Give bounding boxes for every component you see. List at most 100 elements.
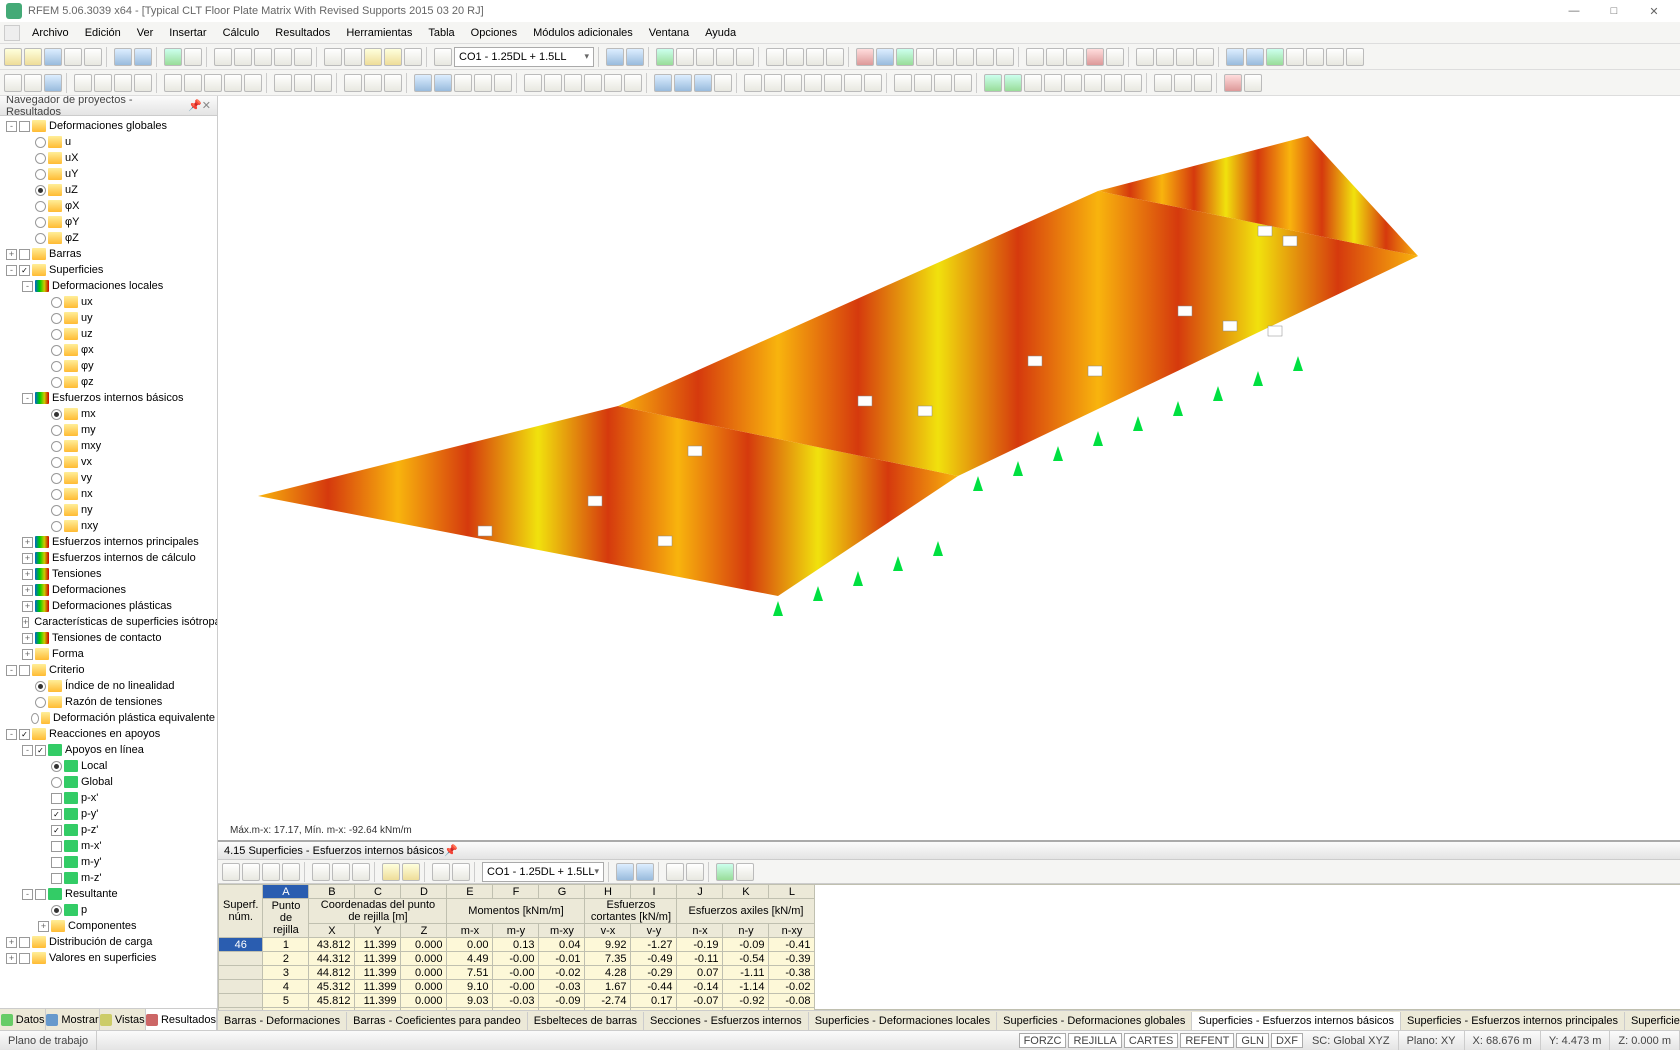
system-menu-icon[interactable] <box>4 25 20 41</box>
ttool-2[interactable] <box>242 863 260 881</box>
table-loadcase-combo[interactable]: CO1 - 1.25DL + 1.5LL <box>482 862 604 882</box>
results-grid[interactable]: Superf.núm.ABCDEFGHIJKLPuntode rejillaCo… <box>218 884 815 1010</box>
menu-opciones[interactable]: Opciones <box>463 27 525 39</box>
tree-node[interactable]: -Criterio <box>2 662 215 678</box>
tool2-p[interactable] <box>344 74 362 92</box>
tool2-k[interactable] <box>224 74 242 92</box>
tree-node[interactable]: uz <box>2 326 215 342</box>
tree-node[interactable]: m-y' <box>2 854 215 870</box>
tool-w1[interactable] <box>1226 48 1244 66</box>
ttool-14[interactable] <box>666 863 684 881</box>
tool2-az[interactable] <box>1124 74 1142 92</box>
menu-edicion[interactable]: Edición <box>77 27 129 39</box>
tool2-aa[interactable] <box>584 74 602 92</box>
tool-open[interactable] <box>24 48 42 66</box>
tree-node[interactable]: nxy <box>2 518 215 534</box>
tool2-as[interactable] <box>984 74 1002 92</box>
tool2-u[interactable] <box>454 74 472 92</box>
tool2-s[interactable] <box>414 74 432 92</box>
table-tab[interactable]: Superficies - Esfuerzos internos de cálc… <box>1625 1012 1680 1030</box>
menu-archivo[interactable]: Archivo <box>24 27 77 39</box>
tool-u4[interactable] <box>1086 48 1104 66</box>
nav-tab-resultados[interactable]: Resultados <box>146 1009 217 1030</box>
tree-node[interactable]: ux <box>2 294 215 310</box>
tool-u2[interactable] <box>1046 48 1064 66</box>
tool2-z[interactable] <box>564 74 582 92</box>
tool2-aj[interactable] <box>784 74 802 92</box>
tool-u3[interactable] <box>1066 48 1084 66</box>
tool2-x[interactable] <box>524 74 542 92</box>
tree-node[interactable]: -Esfuerzos internos básicos <box>2 390 215 406</box>
tool2-at[interactable] <box>1004 74 1022 92</box>
nav-tab-vistas[interactable]: Vistas <box>100 1009 146 1030</box>
results-tree[interactable]: -Deformaciones globalesuuXuYuZφXφYφZ+Bar… <box>0 116 217 1008</box>
tool2-f[interactable] <box>114 74 132 92</box>
menu-resultados[interactable]: Resultados <box>267 27 338 39</box>
ttool-7[interactable] <box>352 863 370 881</box>
tool-calc[interactable] <box>164 48 182 66</box>
tool2-ba[interactable] <box>1154 74 1172 92</box>
tool2-t[interactable] <box>434 74 452 92</box>
tree-node[interactable]: +Esfuerzos internos de cálculo <box>2 550 215 566</box>
menu-calculo[interactable]: Cálculo <box>215 27 268 39</box>
tree-node[interactable]: ✓p-y' <box>2 806 215 822</box>
tree-node[interactable]: +Distribución de carga <box>2 934 215 950</box>
tool2-i[interactable] <box>184 74 202 92</box>
ttool-3[interactable] <box>262 863 280 881</box>
tool-prev[interactable] <box>606 48 624 66</box>
tree-node[interactable]: ✓p-z' <box>2 822 215 838</box>
loadcase-combo[interactable]: CO1 - 1.25DL + 1.5LL <box>454 47 594 67</box>
tool2-ao[interactable] <box>894 74 912 92</box>
ttool-6[interactable] <box>332 863 350 881</box>
tree-node[interactable]: +Esfuerzos internos principales <box>2 534 215 550</box>
tool-s1[interactable] <box>766 48 784 66</box>
tool-w7[interactable] <box>1346 48 1364 66</box>
tool-r3[interactable] <box>696 48 714 66</box>
tool2-r[interactable] <box>384 74 402 92</box>
tool-print[interactable] <box>64 48 82 66</box>
tool2-ay[interactable] <box>1104 74 1122 92</box>
tool2-ah[interactable] <box>744 74 762 92</box>
tool2-ad[interactable] <box>654 74 672 92</box>
tool2-be[interactable] <box>1244 74 1262 92</box>
tool-r4[interactable] <box>716 48 734 66</box>
tool2-bb[interactable] <box>1174 74 1192 92</box>
tree-node[interactable]: Razón de tensiones <box>2 694 215 710</box>
tree-node[interactable]: vy <box>2 470 215 486</box>
tree-node[interactable]: m-z' <box>2 870 215 886</box>
tool-r1[interactable] <box>656 48 674 66</box>
table-pin-icon[interactable]: 📌 <box>444 844 458 857</box>
tool2-ag[interactable] <box>714 74 732 92</box>
table-tab[interactable]: Barras - Deformaciones <box>218 1012 347 1030</box>
tool2-w[interactable] <box>494 74 512 92</box>
tree-node[interactable]: -Deformaciones globales <box>2 118 215 134</box>
tool2-am[interactable] <box>844 74 862 92</box>
tree-node[interactable]: nx <box>2 486 215 502</box>
tool2-af[interactable] <box>694 74 712 92</box>
tool-t7[interactable] <box>976 48 994 66</box>
tool-t8[interactable] <box>996 48 1014 66</box>
tree-node[interactable]: uX <box>2 150 215 166</box>
tool2-ap[interactable] <box>914 74 932 92</box>
table-tab[interactable]: Esbelteces de barras <box>528 1012 644 1030</box>
tree-node[interactable]: -✓Reacciones en apoyos <box>2 726 215 742</box>
tool-v2[interactable] <box>1156 48 1174 66</box>
tree-node[interactable]: +Tensiones <box>2 566 215 582</box>
tree-node[interactable]: φY <box>2 214 215 230</box>
tree-node[interactable]: p-x' <box>2 790 215 806</box>
tool2-an[interactable] <box>864 74 882 92</box>
tool-w5[interactable] <box>1306 48 1324 66</box>
ttool-excel[interactable] <box>716 863 734 881</box>
tree-node[interactable]: p <box>2 902 215 918</box>
ttool-17[interactable] <box>736 863 754 881</box>
ttool-1[interactable] <box>222 863 240 881</box>
status-btn-forzc[interactable]: FORZC <box>1019 1033 1067 1048</box>
tool2-a[interactable] <box>4 74 22 92</box>
tool2-al[interactable] <box>824 74 842 92</box>
tool-t5[interactable] <box>936 48 954 66</box>
3d-viewport[interactable]: Máx.m-x: 17.17, Mín. m-x: -92.64 kNm/m P… <box>218 96 1680 840</box>
navigator-close-icon[interactable]: ✕ <box>202 99 211 112</box>
tool-v1[interactable] <box>1136 48 1154 66</box>
tool2-ak[interactable] <box>804 74 822 92</box>
tool-view-3[interactable] <box>364 48 382 66</box>
